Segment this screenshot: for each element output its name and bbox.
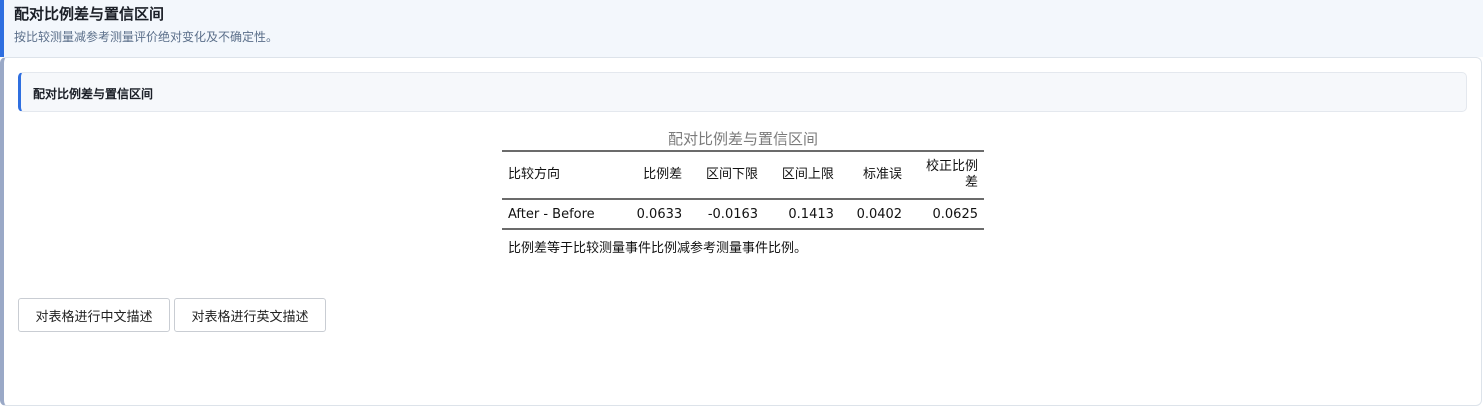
table-header-row: 比较方向 比例差 区间下限 区间上限 标准误 校正比例 差	[502, 151, 984, 199]
describe-chinese-button[interactable]: 对表格进行中文描述	[18, 298, 170, 332]
page-header: 配对比例差与置信区间 按比较测量减参考测量评价绝对变化及不确定性。	[0, 0, 1483, 57]
table-note: 比例差等于比较测量事件比例减参考测量事件比例。	[508, 241, 808, 256]
result-panel: 配对比例差与置信区间 配对比例差与置信区间 比较方向 比例差 区间下限 区间上限…	[0, 57, 1482, 406]
col-header-se: 标准误	[863, 167, 903, 182]
col-header-corrected: 校正比例 差	[908, 151, 984, 199]
col-header-corrected-line1: 校正比例	[925, 159, 978, 174]
cell-corrected: 0.0625	[932, 206, 979, 222]
col-header-direction: 比较方向	[508, 167, 561, 182]
cell-diff: 0.0633	[636, 206, 683, 222]
table-row: After - Before 0.0633 -0.0163 0.1413 0.0…	[502, 199, 984, 229]
cell-se: 0.0402	[856, 206, 903, 222]
cell-lower: -0.0163	[707, 206, 759, 222]
cell-direction: After - Before	[508, 206, 595, 222]
result-table: 比较方向 比例差 区间下限 区间上限 标准误 校正比例 差 After - Be…	[502, 150, 984, 230]
section-header: 配对比例差与置信区间	[18, 72, 1467, 112]
col-header-lower: 区间下限	[706, 167, 759, 182]
section-title: 配对比例差与置信区间	[33, 87, 154, 101]
cell-upper: 0.1413	[788, 206, 834, 222]
col-header-corrected-line2: 差	[964, 175, 978, 190]
col-header-diff: 比例差	[643, 167, 683, 182]
table-caption: 配对比例差与置信区间	[667, 130, 818, 148]
describe-english-button[interactable]: 对表格进行英文描述	[174, 298, 326, 332]
page-title: 配对比例差与置信区间	[14, 5, 165, 23]
page-subtitle: 按比较测量减参考测量评价绝对变化及不确定性。	[14, 30, 279, 44]
col-header-upper: 区间上限	[781, 167, 834, 182]
